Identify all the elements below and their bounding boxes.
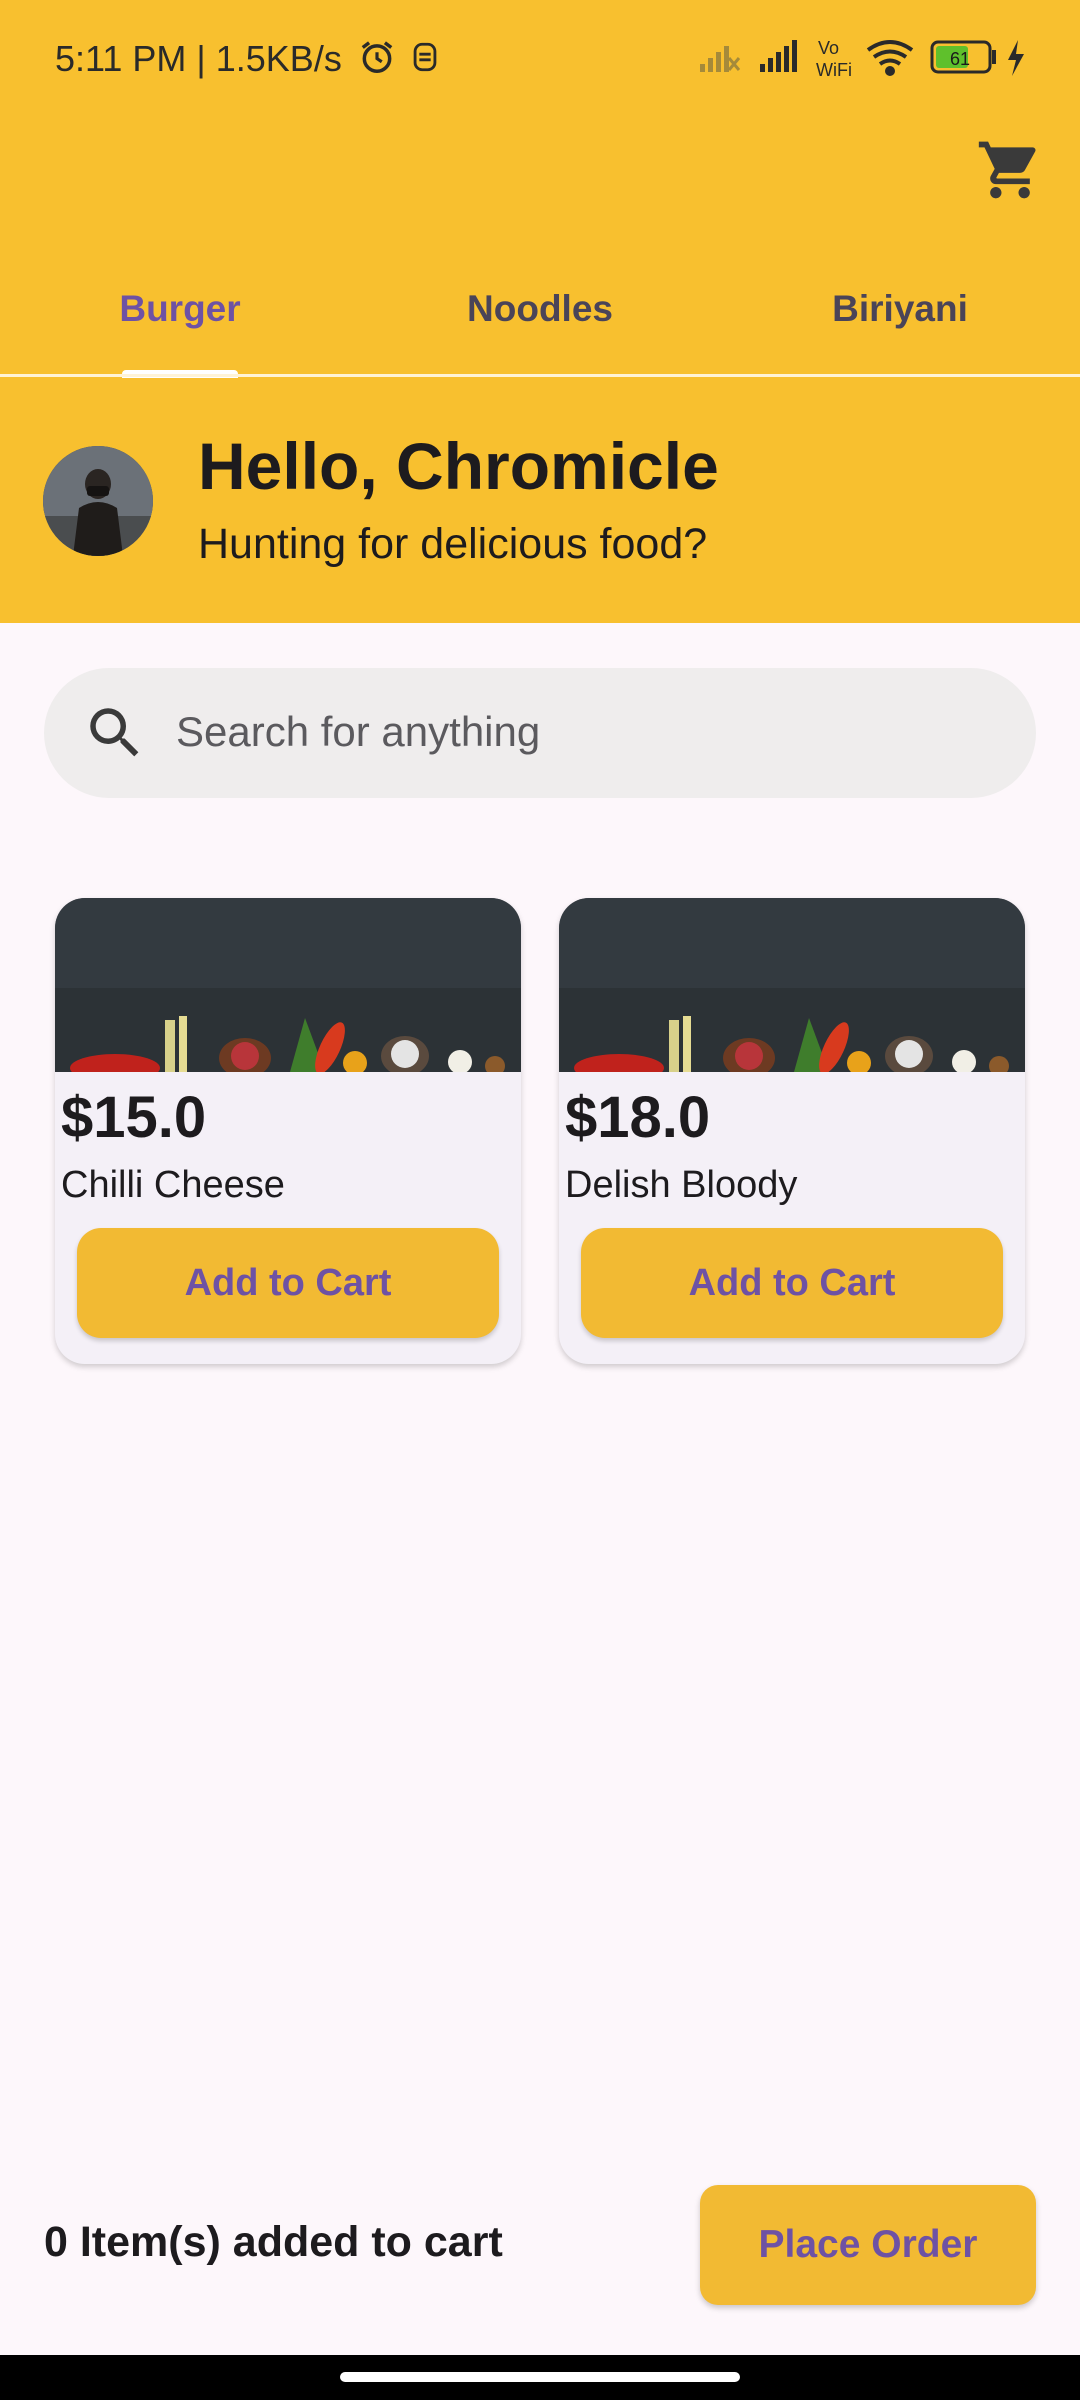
signal-icon bbox=[700, 46, 741, 72]
cart-icon[interactable] bbox=[976, 136, 1044, 204]
product-name: Chilli Cheese bbox=[61, 1164, 285, 1206]
search-icon bbox=[90, 708, 139, 757]
tab-biriyani[interactable]: Biriyani bbox=[720, 288, 1080, 330]
status-time: 5:11 PM | 1.5KB/s bbox=[55, 38, 342, 79]
avatar-image bbox=[43, 446, 153, 556]
tab-noodles[interactable]: Noodles bbox=[360, 288, 720, 330]
charging-icon bbox=[1008, 40, 1024, 76]
vo-label: Vo bbox=[818, 38, 839, 58]
wifi-label: WiFi bbox=[816, 60, 852, 80]
greeting-title: Hello, Chromicle bbox=[198, 429, 719, 503]
add-to-cart-button[interactable]: Add to Cart bbox=[581, 1228, 1003, 1338]
product-image bbox=[559, 898, 1025, 1072]
battery-icon: 61 bbox=[930, 40, 996, 74]
signal-icon bbox=[760, 40, 797, 72]
add-to-cart-button[interactable]: Add to Cart bbox=[77, 1228, 499, 1338]
app-bar: 5:11 PM | 1.5KB/s Vo WiFi 61 Burger Nood… bbox=[0, 0, 1080, 623]
category-tabs: Burger Noodles Biriyani bbox=[0, 260, 1080, 378]
cart-count-label: 0 Item(s) added to cart bbox=[44, 2218, 503, 2266]
product-card[interactable]: $18.0 Delish Bloody Add to Cart bbox=[559, 898, 1025, 1364]
product-price: $15.0 bbox=[61, 1085, 207, 1150]
product-image bbox=[55, 898, 521, 1072]
product-card[interactable]: $15.0 Chilli Cheese Add to Cart bbox=[55, 898, 521, 1364]
tab-burger[interactable]: Burger bbox=[0, 288, 360, 330]
status-right-icons: Vo WiFi 61 bbox=[700, 38, 1024, 80]
greeting-subtitle: Hunting for delicious food? bbox=[198, 520, 708, 568]
alarm-icon bbox=[361, 41, 393, 73]
status-bar: 5:11 PM | 1.5KB/s Vo WiFi 61 bbox=[0, 0, 1080, 120]
product-name: Delish Bloody bbox=[565, 1164, 798, 1206]
home-gesture-handle[interactable] bbox=[340, 2372, 740, 2382]
search-input[interactable]: Search for anything bbox=[176, 708, 540, 756]
battery-level: 61 bbox=[950, 49, 970, 69]
system-navigation-bar bbox=[0, 2355, 1080, 2400]
avatar[interactable] bbox=[43, 446, 153, 556]
product-price: $18.0 bbox=[565, 1085, 711, 1150]
search-bar[interactable]: Search for anything bbox=[44, 668, 1036, 798]
place-order-button[interactable]: Place Order bbox=[700, 2185, 1036, 2305]
wifi-icon bbox=[866, 40, 914, 76]
notification-icon bbox=[413, 42, 437, 72]
tab-divider bbox=[0, 374, 1080, 377]
